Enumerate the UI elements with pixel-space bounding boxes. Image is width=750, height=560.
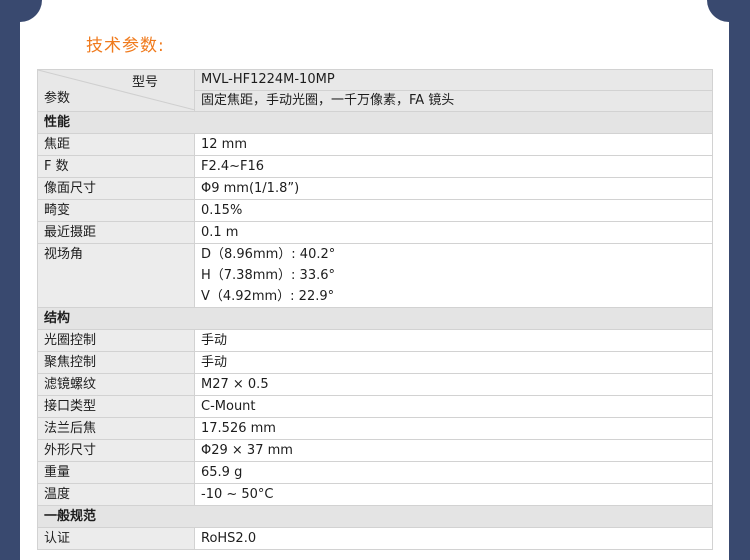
spec-value: M27 × 0.5 (194, 373, 713, 396)
spec-value-line: H（7.38mm）: 33.6° (201, 268, 336, 283)
spec-value-line: C-Mount (201, 399, 256, 414)
table-row: 最近摄距 0.1 m (37, 221, 713, 244)
model-value: MVL-HF1224M-10MP (195, 70, 712, 91)
spec-value-line: 0.1 m (201, 225, 239, 240)
spec-value: 手动 (194, 329, 713, 352)
spec-key: 畸变 (37, 199, 195, 222)
section-title: 结构 (37, 307, 713, 330)
model-description: 固定焦距，手动光圈，一千万像素，FA 镜头 (201, 93, 455, 108)
section-header-row: 结构 (37, 307, 713, 330)
header-diagonal-cell: 型号 参数 (37, 69, 195, 112)
spec-value: 17.526 mm (194, 417, 713, 440)
section-header-row: 一般规范 (37, 505, 713, 528)
spec-key: 认证 (37, 527, 195, 550)
table-row: 聚焦控制 手动 (37, 351, 713, 374)
spec-key: 光圈控制 (37, 329, 195, 352)
model-label: 型号 (131, 75, 158, 90)
table-row: 法兰后焦 17.526 mm (37, 417, 713, 440)
table-row: 畸变 0.15% (37, 199, 713, 222)
table-row: 像面尺寸 Φ9 mm(1/1.8”) (37, 177, 713, 200)
spec-key: 焦距 (37, 133, 195, 156)
spec-value: 12 mm (194, 133, 713, 156)
table-row: 光圈控制 手动 (37, 329, 713, 352)
spec-key: 重量 (37, 461, 195, 484)
spec-value: 0.1 m (194, 221, 713, 244)
spec-key: 温度 (37, 483, 195, 506)
spec-key: 外形尺寸 (37, 439, 195, 462)
spec-value: C-Mount (194, 395, 713, 418)
spec-value-line: D（8.96mm）: 40.2° (201, 247, 336, 262)
spec-key: 最近摄距 (37, 221, 195, 244)
spec-value: -10 ~ 50°C (194, 483, 713, 506)
table-row: F 数 F2.4~F16 (37, 155, 713, 178)
spec-value: 65.9 g (194, 461, 713, 484)
spec-key: 滤镜螺纹 (37, 373, 195, 396)
spec-key: 法兰后焦 (37, 417, 195, 440)
spec-value: Φ9 mm(1/1.8”) (194, 177, 713, 200)
param-label: 参数 (44, 91, 71, 106)
spec-value: D（8.96mm）: 40.2° H（7.38mm）: 33.6° V（4.92mm… (194, 243, 713, 308)
spec-value-line: 17.526 mm (201, 421, 276, 436)
spec-key: 像面尺寸 (37, 177, 195, 200)
spec-value-line: 65.9 g (201, 465, 243, 480)
spec-value-line: Φ29 × 37 mm (201, 443, 293, 458)
spec-value-line: F2.4~F16 (201, 159, 265, 174)
table-row: 焦距 12 mm (37, 133, 713, 156)
spec-value-line: M27 × 0.5 (201, 377, 269, 392)
table-row: 重量 65.9 g (37, 461, 713, 484)
table-row: 视场角 D（8.96mm）: 40.2° H（7.38mm）: 33.6° V（4.9… (37, 243, 713, 308)
section-title: 性能 (37, 111, 713, 134)
spec-value: RoHS2.0 (194, 527, 713, 550)
spec-key: 接口类型 (37, 395, 195, 418)
spec-key: F 数 (37, 155, 195, 178)
table-row: 认证 RoHS2.0 (37, 527, 713, 550)
spec-table: 型号 参数 MVL-HF1224M-10MP 固定焦距，手动光圈，一千万像素，F… (37, 69, 713, 550)
header-value-cell: MVL-HF1224M-10MP 固定焦距，手动光圈，一千万像素，FA 镜头 (194, 69, 713, 112)
spec-value-line: 0.15% (201, 203, 243, 218)
spec-value: Φ29 × 37 mm (194, 439, 713, 462)
table-row: 外形尺寸 Φ29 × 37 mm (37, 439, 713, 462)
spec-value-line: RoHS2.0 (201, 531, 257, 546)
spec-value-line: 手动 (201, 355, 228, 370)
spec-value: 0.15% (194, 199, 713, 222)
spec-table-body: 型号 参数 MVL-HF1224M-10MP 固定焦距，手动光圈，一千万像素，F… (37, 69, 713, 550)
spec-value-line: 手动 (201, 333, 228, 348)
spec-value-line: -10 ~ 50°C (201, 487, 274, 502)
spec-value: F2.4~F16 (194, 155, 713, 178)
table-row: 温度 -10 ~ 50°C (37, 483, 713, 506)
spec-value-line: 12 mm (201, 137, 248, 152)
section-header-row: 性能 (37, 111, 713, 134)
table-row: 滤镜螺纹 M27 × 0.5 (37, 373, 713, 396)
section-title: 一般规范 (37, 505, 713, 528)
table-header-row: 型号 参数 MVL-HF1224M-10MP 固定焦距，手动光圈，一千万像素，F… (37, 69, 713, 112)
spec-value-line: V（4.92mm）: 22.9° (201, 289, 335, 304)
spec-value: 手动 (194, 351, 713, 374)
spec-value-line: Φ9 mm(1/1.8”) (201, 181, 300, 196)
spec-key: 聚焦控制 (37, 351, 195, 374)
spec-key: 视场角 (37, 243, 195, 308)
page-title: 技术参数: (86, 36, 165, 56)
table-row: 接口类型 C-Mount (37, 395, 713, 418)
